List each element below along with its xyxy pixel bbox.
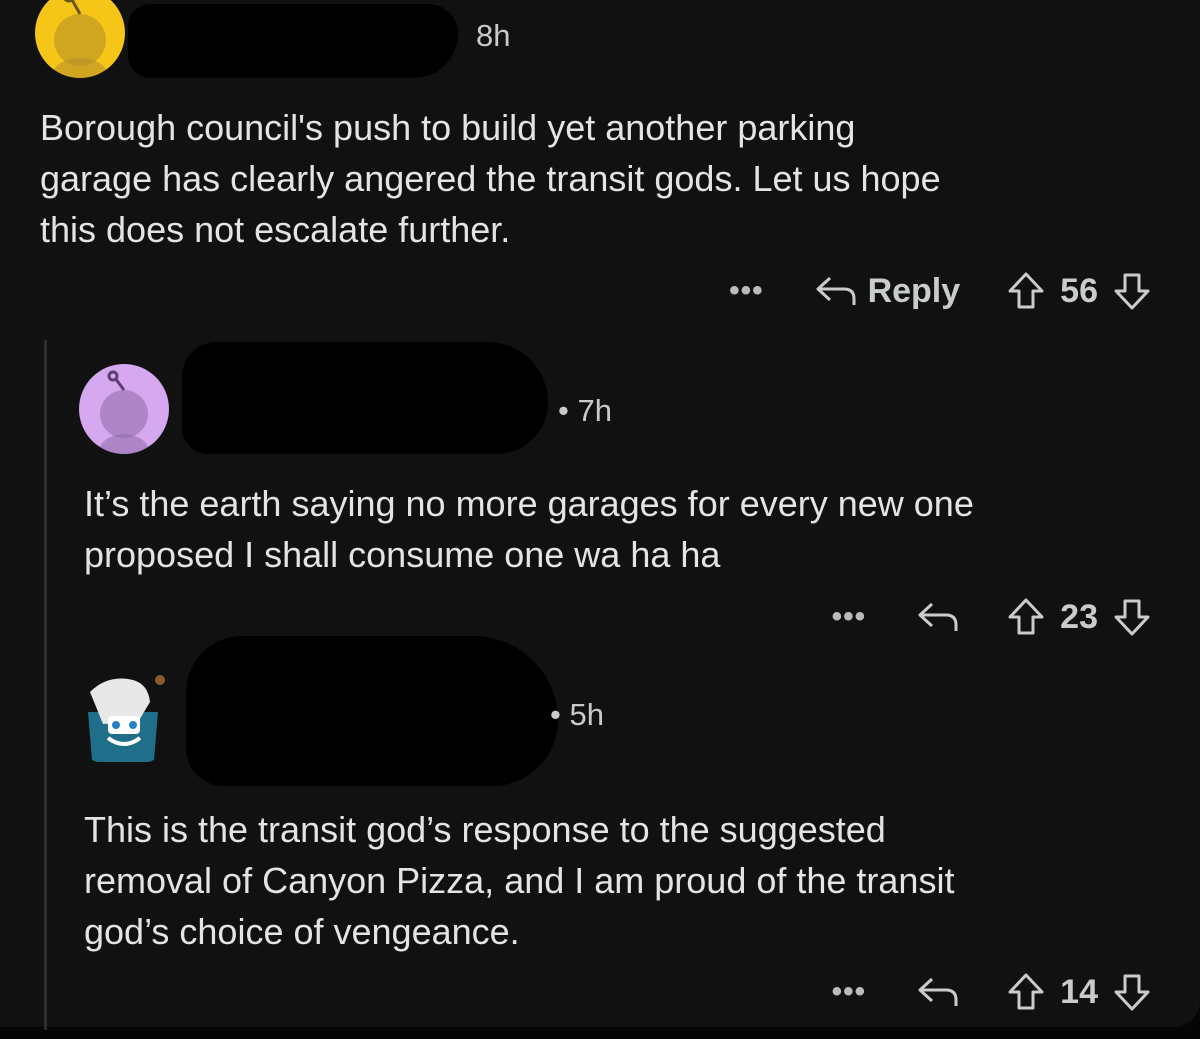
- reply-arrow-icon: [916, 975, 960, 1009]
- vote-score: 14: [1060, 972, 1098, 1011]
- more-options-button[interactable]: •••: [832, 600, 867, 634]
- redacted-username: [128, 4, 458, 78]
- comment-timestamp: • 7h: [558, 393, 612, 428]
- comment-actions: ••• 23: [832, 592, 1152, 642]
- vote-controls: 56: [1006, 271, 1152, 311]
- user-avatar[interactable]: [78, 672, 168, 762]
- redacted-username: [182, 342, 548, 454]
- vote-controls: 23: [1006, 597, 1152, 637]
- comment-timestamp: • 5h: [550, 697, 604, 732]
- comment-actions: ••• 14: [832, 967, 1152, 1017]
- upvote-arrow-icon[interactable]: [1006, 972, 1046, 1012]
- reply-arrow-icon: [814, 274, 858, 308]
- comment-body: This is the transit god’s response to th…: [84, 809, 955, 952]
- reply-button[interactable]: Reply: [814, 271, 961, 311]
- reply-arrow-icon: [916, 600, 960, 634]
- redacted-username: [186, 636, 558, 786]
- reply-label: Reply: [867, 271, 961, 310]
- upvote-arrow-icon[interactable]: [1006, 271, 1046, 311]
- user-avatar[interactable]: [79, 364, 169, 454]
- downvote-arrow-icon[interactable]: [1112, 972, 1152, 1012]
- comment-timestamp: 8h: [476, 18, 511, 53]
- downvote-arrow-icon[interactable]: [1112, 271, 1152, 311]
- reply-button[interactable]: [916, 600, 960, 634]
- comment-body: Borough council's push to build yet anot…: [40, 107, 941, 250]
- reply-button[interactable]: [916, 975, 960, 1009]
- vote-score: 56: [1060, 271, 1098, 310]
- thread-line[interactable]: [44, 340, 47, 1030]
- comment-actions: ••• Reply 56: [729, 266, 1152, 316]
- vote-score: 23: [1060, 597, 1098, 636]
- comment-body: It’s the earth saying no more garages fo…: [84, 483, 974, 575]
- more-options-button[interactable]: •••: [832, 975, 867, 1009]
- more-options-button[interactable]: •••: [729, 274, 764, 308]
- vote-controls: 14: [1006, 972, 1152, 1012]
- downvote-arrow-icon[interactable]: [1112, 597, 1152, 637]
- upvote-arrow-icon[interactable]: [1006, 597, 1046, 637]
